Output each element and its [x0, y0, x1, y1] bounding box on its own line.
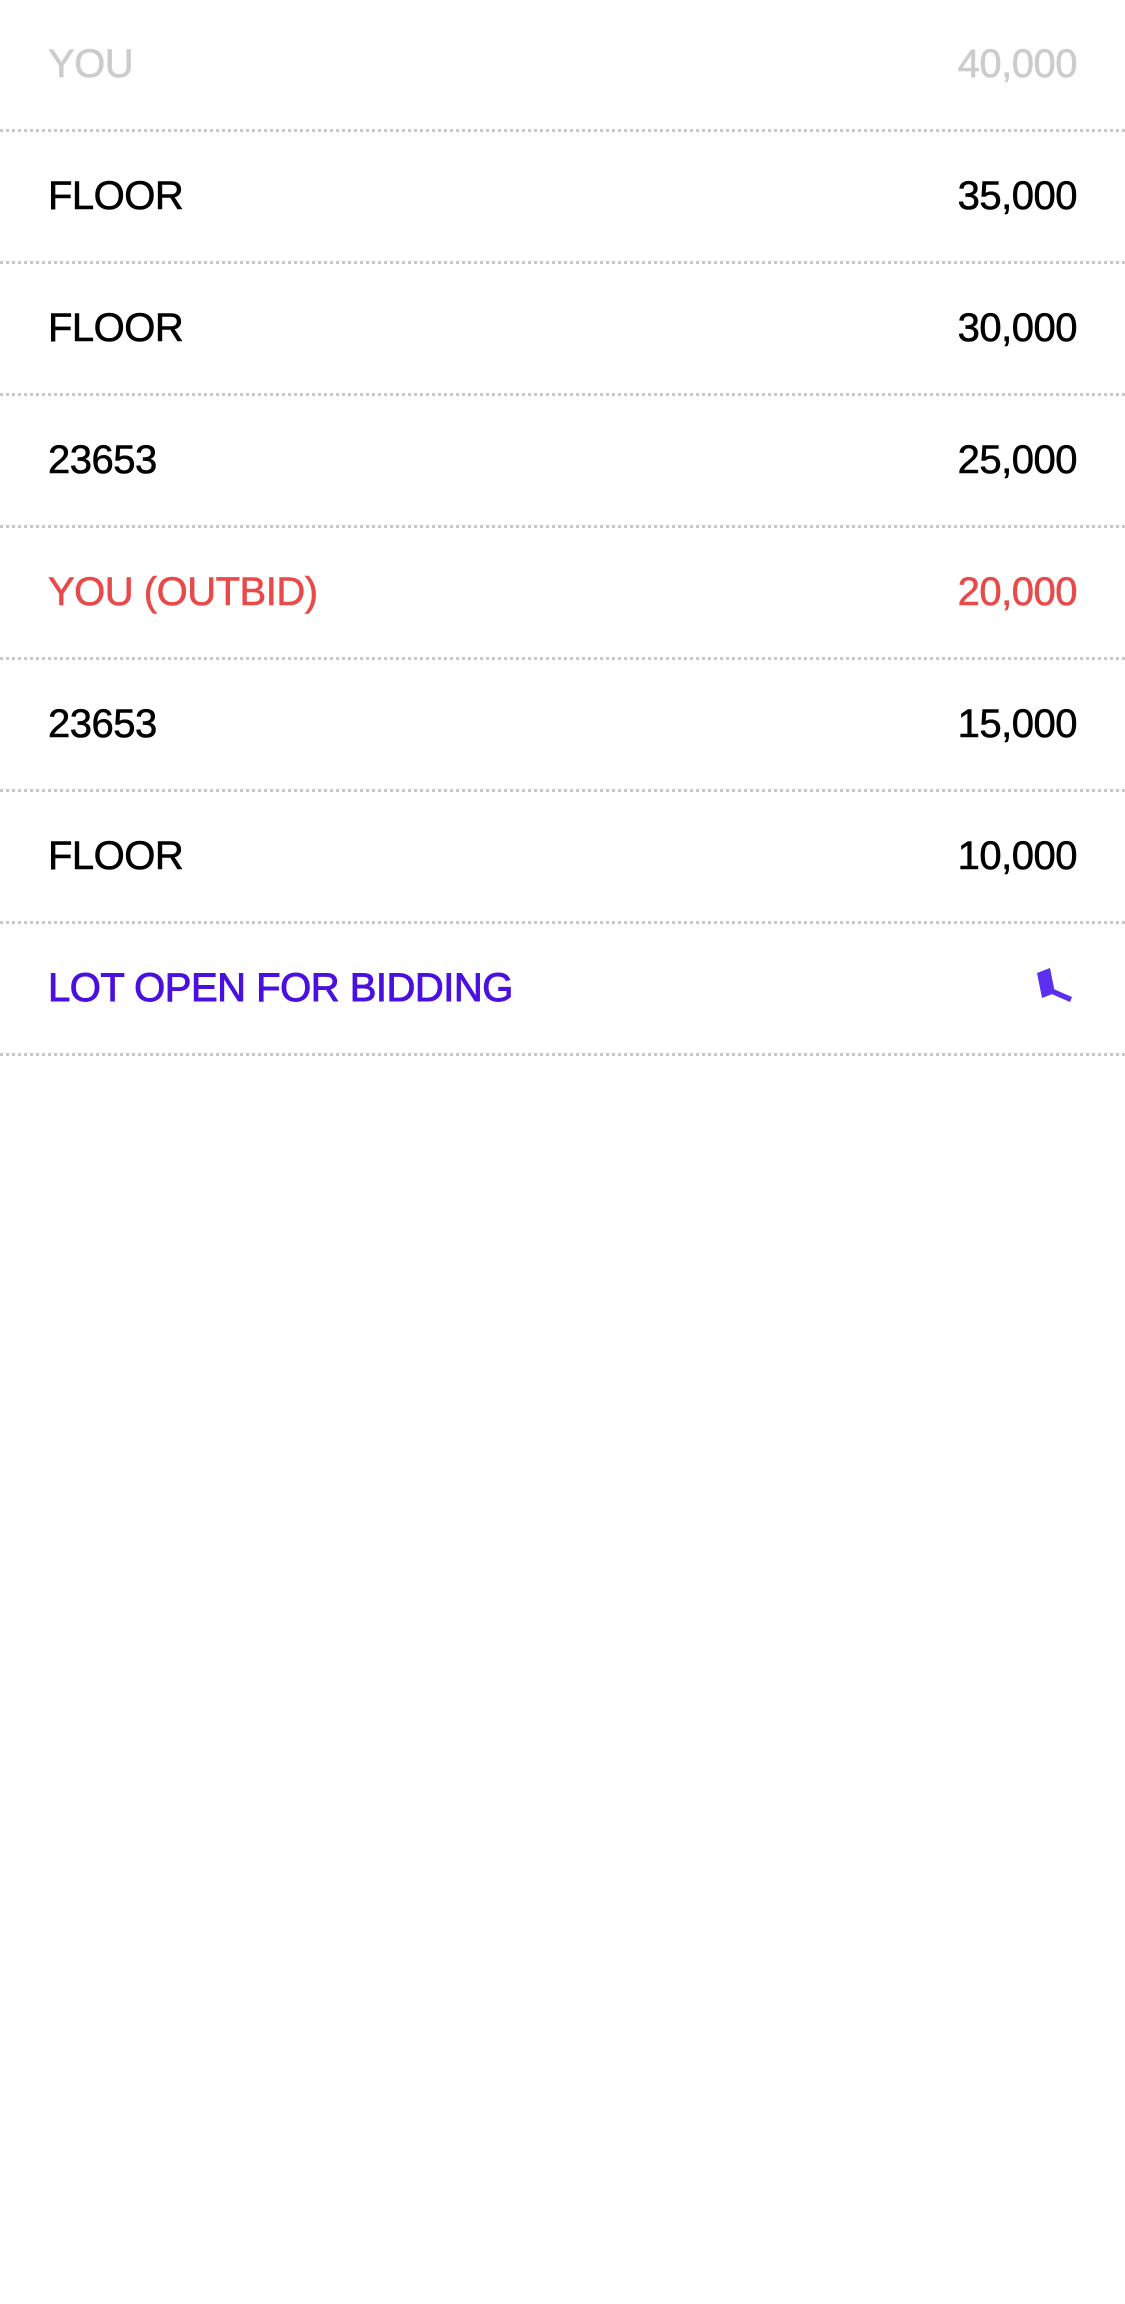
- bid-row: 23653 25,000: [0, 396, 1125, 528]
- bid-row: FLOOR 35,000: [0, 132, 1125, 264]
- bid-row: 23653 15,000: [0, 660, 1125, 792]
- bid-history-list: YOU 40,000 FLOOR 35,000 FLOOR 30,000 236…: [0, 0, 1125, 1056]
- bid-amount: 35,000: [957, 174, 1077, 219]
- bidder-label: FLOOR: [48, 174, 184, 219]
- bid-row: FLOOR 10,000: [0, 792, 1125, 924]
- bid-amount: 20,000: [957, 570, 1077, 615]
- gavel-icon: [1025, 963, 1077, 1015]
- bidder-label: FLOOR: [48, 834, 184, 879]
- bid-amount: 30,000: [957, 306, 1077, 351]
- bid-amount: 15,000: [957, 702, 1077, 747]
- lot-status-label: LOT OPEN FOR BIDDING: [48, 966, 514, 1011]
- lot-status-row: LOT OPEN FOR BIDDING: [0, 924, 1125, 1056]
- bid-row-outbid: YOU (OUTBID) 20,000: [0, 528, 1125, 660]
- bidder-label: YOU (OUTBID): [48, 570, 319, 615]
- bid-row-pending: YOU 40,000: [0, 0, 1125, 132]
- bidder-label: 23653: [48, 702, 158, 747]
- bidder-label: 23653: [48, 438, 158, 483]
- bid-row: FLOOR 30,000: [0, 264, 1125, 396]
- bidder-label: YOU: [48, 42, 134, 87]
- bid-amount: 10,000: [957, 834, 1077, 879]
- bid-amount: 40,000: [957, 42, 1077, 87]
- bidder-label: FLOOR: [48, 306, 184, 351]
- bid-amount: 25,000: [957, 438, 1077, 483]
